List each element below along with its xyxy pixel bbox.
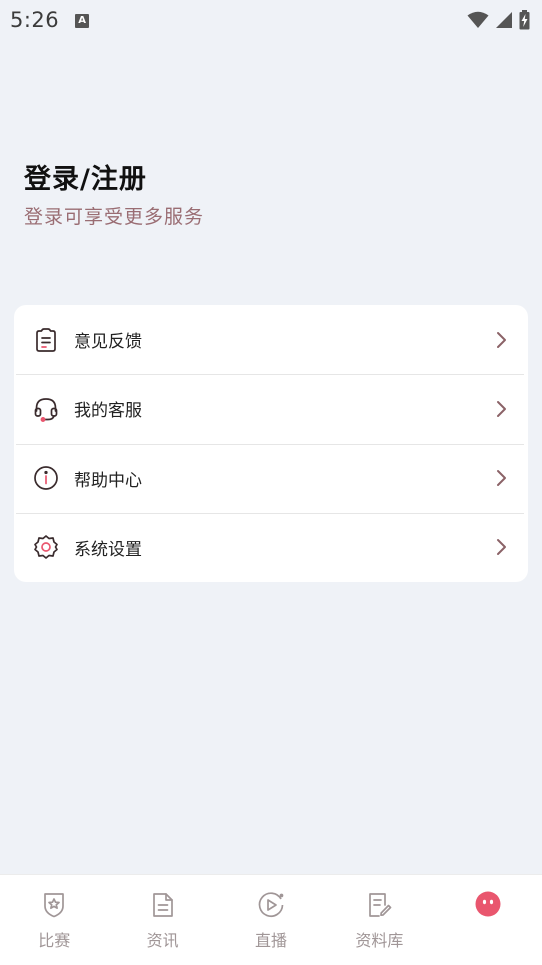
menu-label-settings: 系统设置: [74, 539, 142, 560]
menu-item-settings[interactable]: 系统设置: [14, 512, 528, 582]
play-circle-icon: [257, 891, 285, 919]
menu-label-feedback: 意见反馈: [74, 332, 142, 353]
nav-tab-database[interactable]: 资料库: [325, 875, 433, 965]
headset-icon: [33, 396, 59, 422]
chevron-right-icon: [494, 331, 508, 349]
document-icon: [149, 891, 177, 919]
login-header[interactable]: 登录/注册 登录可享受更多服务: [24, 157, 204, 229]
status-left: 5:26 A: [10, 8, 90, 32]
login-register-title[interactable]: 登录/注册: [24, 157, 204, 196]
wifi-icon: [467, 11, 489, 28]
nav-label-matches: 比赛: [38, 931, 71, 950]
login-subtitle: 登录可享受更多服务: [24, 206, 205, 228]
chevron-right-icon: [494, 400, 508, 418]
nav-tab-matches[interactable]: 比赛: [0, 875, 108, 965]
chevron-right-icon: [494, 538, 508, 556]
status-bar: 5:26 A: [0, 0, 542, 40]
nav-label-database: 资料库: [355, 931, 404, 950]
chevron-right-icon: [494, 469, 508, 487]
info-icon: [33, 465, 59, 491]
signal-icon: [496, 12, 512, 28]
profile-face-icon: [474, 891, 502, 919]
nav-tab-live[interactable]: 直播: [217, 875, 325, 965]
status-time: 5:26: [10, 8, 60, 32]
menu-item-feedback[interactable]: 意见反馈: [14, 305, 528, 374]
mine-screen: 5:26 A 登录/注册 登录可享受更多服务 意见反馈 我的客服 帮助中心 系统…: [0, 0, 542, 965]
menu-card: 意见反馈 我的客服 帮助中心 系统设置: [14, 305, 528, 582]
nav-tab-news[interactable]: 资讯: [108, 875, 216, 965]
nav-tab-mine[interactable]: [434, 875, 542, 965]
bottom-nav: 比赛 资讯 直播 资料库: [0, 874, 542, 965]
gear-icon: [33, 534, 59, 560]
nav-label-live: 直播: [255, 931, 288, 950]
menu-label-help-center: 帮助中心: [74, 470, 142, 491]
menu-label-customer-service: 我的客服: [74, 401, 142, 422]
nav-label-news: 资讯: [146, 931, 179, 950]
battery-icon: [519, 10, 530, 30]
status-right: [467, 10, 530, 30]
feedback-icon: [33, 327, 59, 353]
notification-a-icon: A: [75, 13, 90, 28]
trophy-star-icon: [40, 891, 68, 919]
notebook-icon: [365, 891, 393, 919]
menu-item-customer-service[interactable]: 我的客服: [14, 374, 528, 443]
menu-item-help-center[interactable]: 帮助中心: [14, 443, 528, 513]
